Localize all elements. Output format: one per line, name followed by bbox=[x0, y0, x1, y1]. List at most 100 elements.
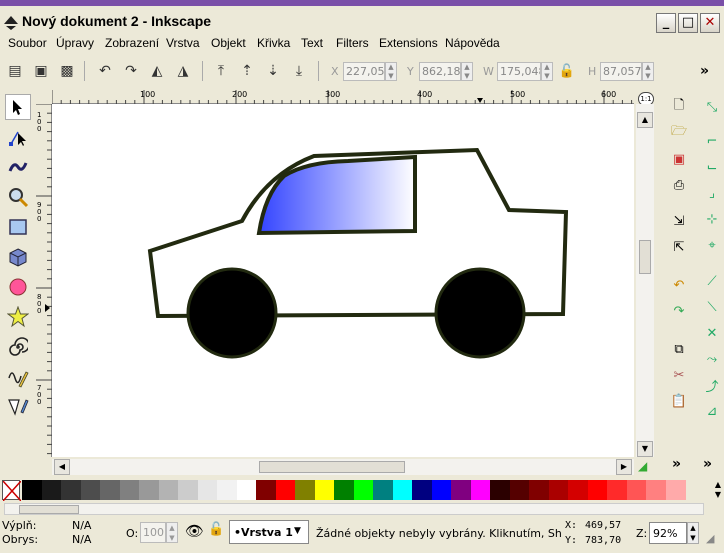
snap-midpoint-icon[interactable]: ⊹ bbox=[701, 208, 723, 230]
lock-icon[interactable]: 🔓 bbox=[556, 60, 578, 82]
color-swatch[interactable] bbox=[197, 480, 218, 500]
paste-icon[interactable]: 📋 bbox=[668, 390, 690, 412]
color-swatch[interactable] bbox=[646, 480, 666, 500]
color-swatch[interactable] bbox=[568, 480, 588, 500]
menu-napoveda[interactable]: Nápověda bbox=[445, 36, 500, 50]
toolbar-overflow-button[interactable]: » bbox=[700, 63, 709, 79]
color-swatch[interactable] bbox=[178, 480, 198, 500]
w-field[interactable]: 175,048 bbox=[497, 62, 541, 81]
minimize-button[interactable]: _ bbox=[656, 13, 676, 33]
snap-bbox-corner-icon[interactable]: ⌟ bbox=[701, 182, 723, 204]
h-field[interactable]: 87,057 bbox=[600, 62, 642, 81]
export-icon[interactable]: ⇱ bbox=[668, 236, 690, 258]
resize-grip-icon[interactable]: ◢ bbox=[706, 532, 720, 546]
scroll-right-button[interactable]: ▶ bbox=[616, 459, 632, 475]
color-swatch[interactable] bbox=[548, 480, 569, 500]
opacity-field[interactable]: 100 bbox=[140, 522, 166, 543]
opacity-spin-arrows[interactable]: ▲ ▼ bbox=[166, 522, 178, 543]
flip-horizontal-icon[interactable]: ◭ bbox=[146, 60, 168, 82]
color-swatch[interactable] bbox=[41, 480, 62, 500]
menu-upravy[interactable]: Úpravy bbox=[56, 36, 94, 50]
zoom-spin-arrows[interactable]: ▲ ▼ bbox=[687, 522, 699, 544]
color-swatch[interactable] bbox=[490, 480, 510, 500]
layer-select[interactable]: •Vrstva 1 ▼ bbox=[229, 520, 309, 544]
invert-selection-icon[interactable]: ▩ bbox=[56, 60, 78, 82]
snap-intersection-icon[interactable]: ✕ bbox=[701, 322, 723, 344]
car-drawing[interactable] bbox=[52, 104, 634, 457]
cut-icon[interactable]: ✂ bbox=[668, 364, 690, 386]
snap-bbox-icon[interactable]: ⌐ bbox=[701, 130, 723, 152]
color-swatch[interactable] bbox=[275, 480, 296, 500]
select-all-icon[interactable]: ▤ bbox=[4, 60, 26, 82]
zoom-tool-icon[interactable] bbox=[5, 184, 31, 210]
color-swatch[interactable] bbox=[529, 480, 549, 500]
scroll-thumb[interactable] bbox=[259, 461, 405, 473]
scroll-thumb[interactable] bbox=[639, 240, 651, 274]
scroll-left-button[interactable]: ◀ bbox=[54, 459, 70, 475]
snap-paths-icon[interactable]: ⟍ bbox=[701, 296, 723, 318]
raise-icon[interactable]: ⇡ bbox=[236, 60, 258, 82]
close-button[interactable]: ✕ bbox=[700, 13, 720, 33]
color-swatch[interactable] bbox=[61, 480, 81, 500]
visibility-eye-icon[interactable]: 👁 bbox=[185, 522, 205, 542]
w-spin-arrows[interactable]: ▲ ▼ bbox=[541, 62, 553, 81]
snap-bbox-edge-icon[interactable]: ⌙ bbox=[701, 156, 723, 178]
menu-text[interactable]: Text bbox=[301, 36, 323, 50]
raise-to-top-icon[interactable]: ⤒ bbox=[210, 60, 232, 82]
color-swatch[interactable] bbox=[587, 480, 608, 500]
tweak-tool-icon[interactable] bbox=[5, 154, 31, 180]
rotate-ccw-icon[interactable]: ↶ bbox=[94, 60, 116, 82]
menu-zobrazeni[interactable]: Zobrazení bbox=[105, 36, 159, 50]
snap-nodes-icon[interactable]: ⟋ bbox=[701, 270, 723, 292]
import-icon[interactable]: ⇲ bbox=[668, 210, 690, 232]
scroll-down-button[interactable]: ▼ bbox=[637, 441, 653, 457]
snap-cusp-icon[interactable]: ⤴ bbox=[701, 374, 723, 396]
stroke-value[interactable]: N/A bbox=[72, 533, 91, 546]
snap-toggle-icon[interactable]: ⤡ bbox=[701, 96, 723, 118]
color-swatch[interactable] bbox=[100, 480, 120, 500]
snap-center-icon[interactable]: ⌖ bbox=[701, 234, 723, 256]
menu-extensions[interactable]: Extensions bbox=[379, 36, 438, 50]
layer-lock-icon[interactable]: 🔓 bbox=[208, 522, 226, 542]
color-swatch[interactable] bbox=[607, 480, 627, 500]
menu-vrstva[interactable]: Vrstva bbox=[166, 36, 200, 50]
color-swatch[interactable] bbox=[256, 480, 276, 500]
color-swatch[interactable] bbox=[392, 480, 413, 500]
x-field[interactable]: 227,052 bbox=[343, 62, 385, 81]
y-field[interactable]: 862,186 bbox=[419, 62, 461, 81]
ellipse-tool-icon[interactable] bbox=[5, 274, 31, 300]
palette-scroll-arrows[interactable]: ▲ ▼ bbox=[712, 480, 724, 500]
menu-soubor[interactable]: Soubor bbox=[8, 36, 47, 50]
zoom-field[interactable]: 92% bbox=[649, 522, 687, 544]
star-tool-icon[interactable] bbox=[5, 304, 31, 330]
h-spin-arrows[interactable]: ▲ ▼ bbox=[642, 62, 654, 81]
snap-smooth-icon[interactable]: ⤳ bbox=[701, 348, 723, 370]
horizontal-scrollbar[interactable]: ◀ ▶ bbox=[52, 459, 634, 475]
menu-objekt[interactable]: Objekt bbox=[211, 36, 246, 50]
calligraphy-tool-icon[interactable] bbox=[5, 394, 31, 420]
copy-icon[interactable]: ⧉ bbox=[668, 338, 690, 360]
color-swatch[interactable] bbox=[22, 480, 42, 500]
fill-value[interactable]: N/A bbox=[72, 519, 91, 532]
node-tool-icon[interactable] bbox=[5, 124, 31, 150]
color-swatch[interactable] bbox=[431, 480, 452, 500]
color-swatch[interactable] bbox=[665, 480, 686, 500]
color-swatch[interactable] bbox=[80, 480, 101, 500]
snap-overflow-button[interactable]: » bbox=[703, 456, 712, 472]
color-swatch[interactable] bbox=[314, 480, 335, 500]
drawing-canvas[interactable] bbox=[52, 104, 634, 457]
color-swatch[interactable] bbox=[470, 480, 491, 500]
flip-vertical-icon[interactable]: ◮ bbox=[172, 60, 194, 82]
undo-icon[interactable]: ↶ bbox=[668, 274, 690, 296]
color-swatch[interactable] bbox=[626, 480, 647, 500]
save-icon[interactable]: ▣ bbox=[668, 148, 690, 170]
commands-overflow-button[interactable]: » bbox=[672, 456, 681, 472]
pencil-tool-icon[interactable] bbox=[5, 364, 31, 390]
redo-icon[interactable]: ↷ bbox=[668, 300, 690, 322]
vertical-scrollbar[interactable]: ▲ ▼ bbox=[636, 104, 654, 457]
scroll-up-button[interactable]: ▲ bbox=[637, 112, 653, 128]
color-swatch[interactable] bbox=[451, 480, 471, 500]
color-swatch[interactable] bbox=[334, 480, 354, 500]
color-swatch[interactable] bbox=[139, 480, 159, 500]
print-icon[interactable]: ⎙ bbox=[668, 174, 690, 196]
